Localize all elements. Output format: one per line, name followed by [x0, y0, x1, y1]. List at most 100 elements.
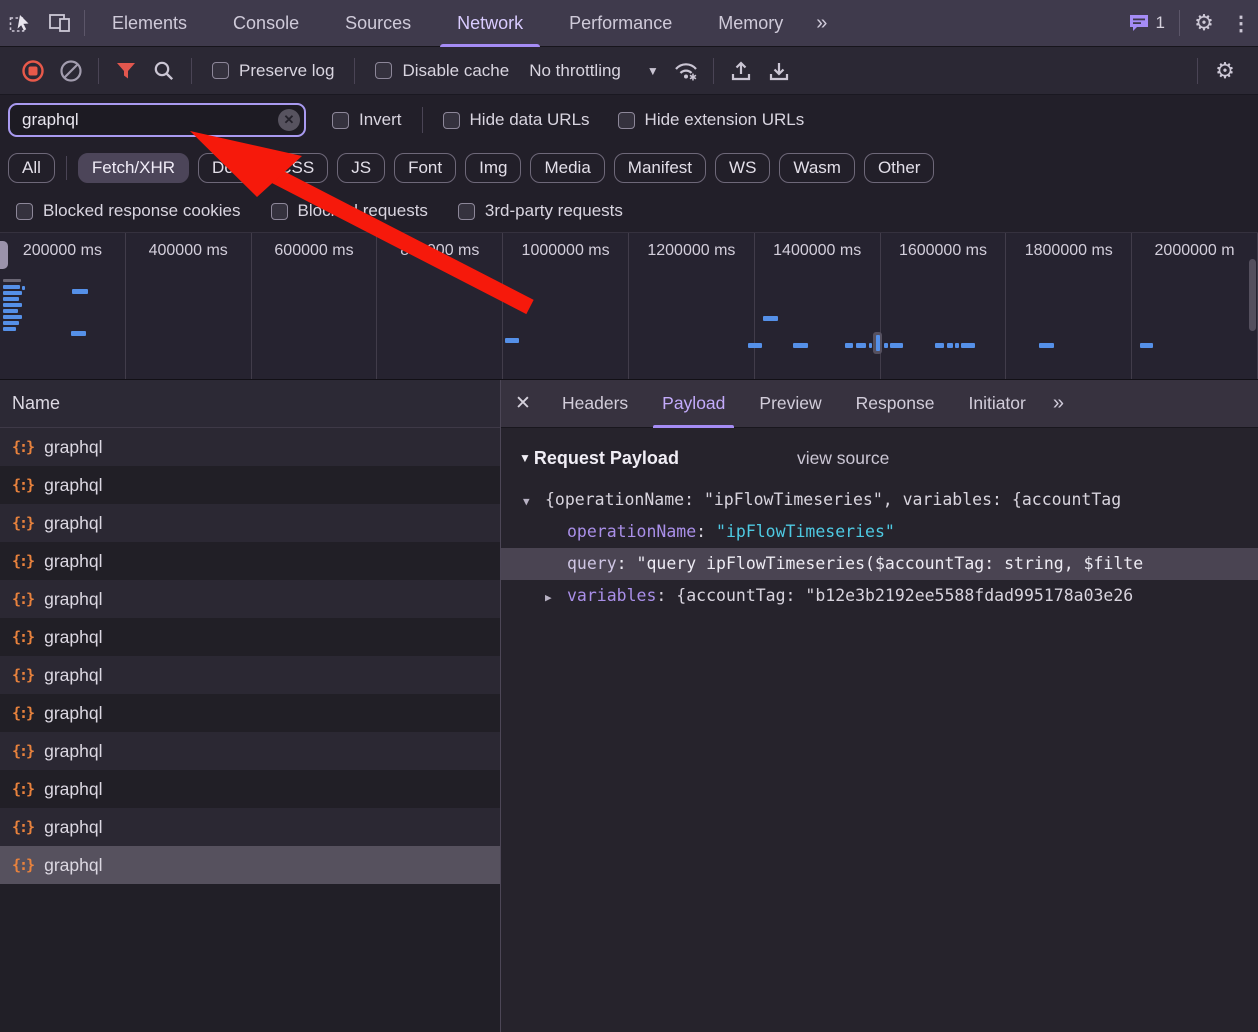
timeline-request-bar: [884, 343, 888, 348]
toolbar-divider: [1197, 58, 1198, 84]
network-request-row[interactable]: {:}graphql: [0, 428, 500, 466]
toolbar-divider: [713, 58, 714, 84]
type-chip-other[interactable]: Other: [864, 153, 935, 183]
timeline-request-bar: [845, 343, 853, 348]
view-source-link[interactable]: view source: [797, 448, 889, 469]
type-chip-font[interactable]: Font: [394, 153, 456, 183]
type-chip-img[interactable]: Img: [465, 153, 521, 183]
type-chip-js[interactable]: JS: [337, 153, 385, 183]
network-request-row[interactable]: {:}graphql: [0, 580, 500, 618]
tab-initiator[interactable]: Initiator: [951, 380, 1042, 428]
tab-memory[interactable]: Memory: [695, 0, 806, 47]
json-request-icon: {:}: [12, 590, 33, 608]
type-chip-fetch-xhr[interactable]: Fetch/XHR: [78, 153, 189, 183]
import-har-button[interactable]: [722, 53, 760, 89]
tab-network[interactable]: Network: [434, 0, 546, 47]
timeline-left-handle[interactable]: [0, 241, 8, 269]
network-conditions-button[interactable]: ✱: [667, 53, 705, 89]
payload-row-operationname[interactable]: operationName: "ipFlowTimeseries": [501, 516, 1258, 548]
search-button[interactable]: [145, 53, 183, 89]
close-details-button[interactable]: ✕: [501, 380, 545, 428]
type-chip-wasm[interactable]: Wasm: [779, 153, 855, 183]
network-request-row[interactable]: {:}graphql: [0, 732, 500, 770]
toolbar-divider: [84, 10, 85, 36]
network-request-row[interactable]: {:}graphql: [0, 504, 500, 542]
disable-cache-checkbox[interactable]: [375, 62, 392, 79]
third-party-label: 3rd-party requests: [485, 201, 623, 221]
invert-checkbox[interactable]: [332, 112, 349, 129]
gear-icon: ⚙: [1194, 10, 1214, 36]
issues-button[interactable]: 1: [1119, 13, 1175, 33]
more-details-tabs-button[interactable]: »: [1043, 392, 1072, 415]
network-request-row[interactable]: {:}graphql: [0, 542, 500, 580]
request-name: graphql: [44, 741, 102, 762]
toolbar-divider: [354, 58, 355, 84]
gear-icon: ⚙: [1215, 58, 1235, 84]
export-har-button[interactable]: [760, 53, 798, 89]
network-request-row[interactable]: {:}graphql: [0, 694, 500, 732]
network-request-row[interactable]: {:}graphql: [0, 808, 500, 846]
disable-cache-label: Disable cache: [402, 61, 509, 81]
type-chip-ws[interactable]: WS: [715, 153, 770, 183]
tab-preview[interactable]: Preview: [742, 380, 838, 428]
network-settings-button[interactable]: ⚙: [1206, 53, 1244, 89]
download-icon: [768, 60, 790, 82]
tab-console[interactable]: Console: [210, 0, 322, 47]
tab-elements[interactable]: Elements: [89, 0, 210, 47]
toolbar-divider: [1179, 10, 1180, 36]
hide-data-urls-checkbox[interactable]: [443, 112, 460, 129]
customize-devtools-button[interactable]: ⋮: [1224, 6, 1258, 40]
clear-network-log-button[interactable]: [52, 53, 90, 89]
preserve-log-label: Preserve log: [239, 61, 334, 81]
network-overview-timeline[interactable]: 200000 ms 400000 ms 600000 ms 800000 ms …: [0, 232, 1258, 380]
type-chip-manifest[interactable]: Manifest: [614, 153, 706, 183]
type-chip-css[interactable]: CSS: [265, 153, 328, 183]
request-name: graphql: [44, 855, 102, 876]
tab-response[interactable]: Response: [839, 380, 952, 428]
network-request-row[interactable]: {:}graphql: [0, 466, 500, 504]
third-party-checkbox[interactable]: [458, 203, 475, 220]
throttling-select[interactable]: No throttling ▼: [529, 61, 659, 81]
inspect-element-button[interactable]: [0, 6, 40, 40]
upload-icon: [730, 60, 752, 82]
timeline-request-bar: [890, 343, 903, 348]
network-request-row[interactable]: {:}graphql: [0, 770, 500, 808]
payload-preview-line[interactable]: ▼ {operationName: "ipFlowTimeseries", var…: [501, 484, 1258, 516]
toolbar-divider: [422, 107, 423, 133]
network-request-row-selected[interactable]: {:}graphql: [0, 846, 500, 884]
request-payload-header[interactable]: ▼ Request Payload view source: [519, 444, 1258, 472]
expand-triangle-icon[interactable]: ▼: [523, 486, 537, 518]
network-request-row[interactable]: {:}graphql: [0, 618, 500, 656]
invert-label: Invert: [359, 110, 402, 130]
payload-row-query-selected[interactable]: query: "query ipFlowTimeseries($accountT…: [501, 548, 1258, 580]
hide-extension-urls-checkbox[interactable]: [618, 112, 635, 129]
preserve-log-checkbox[interactable]: [212, 62, 229, 79]
type-chip-media[interactable]: Media: [530, 153, 604, 183]
type-chip-all[interactable]: All: [8, 153, 55, 183]
settings-button[interactable]: ⚙: [1184, 6, 1224, 40]
toggle-device-toolbar-button[interactable]: [40, 6, 80, 40]
payload-row-variables[interactable]: ▶variables: {accountTag: "b12e3b2192ee55…: [501, 580, 1258, 612]
expand-triangle-icon[interactable]: ▶: [545, 582, 559, 612]
blocked-cookies-checkbox[interactable]: [16, 203, 33, 220]
payload-preview-text: {operationName: "ipFlowTimeseries", vari…: [545, 490, 1121, 509]
timeline-scroll-handle[interactable]: [1249, 259, 1256, 331]
network-filter-row: ✕ Invert Hide data URLs Hide extension U…: [0, 95, 1258, 145]
details-tab-bar: ✕ Headers Payload Preview Response Initi…: [501, 380, 1258, 428]
more-tabs-button[interactable]: »: [806, 12, 835, 35]
record-network-log-button[interactable]: [14, 53, 52, 89]
name-column-header[interactable]: Name: [0, 380, 500, 428]
type-chip-doc[interactable]: Doc: [198, 153, 256, 183]
request-name: graphql: [44, 475, 102, 496]
requests-list: {:}graphql {:}graphql {:}graphql {:}grap…: [0, 428, 500, 884]
clear-filter-button[interactable]: ✕: [278, 109, 300, 131]
tab-headers[interactable]: Headers: [545, 380, 645, 428]
tab-performance[interactable]: Performance: [546, 0, 695, 47]
filter-button[interactable]: [107, 53, 145, 89]
tab-payload[interactable]: Payload: [645, 380, 742, 428]
tab-sources[interactable]: Sources: [322, 0, 434, 47]
blocked-requests-checkbox[interactable]: [271, 203, 288, 220]
tab-label: Memory: [718, 13, 783, 34]
network-request-row[interactable]: {:}graphql: [0, 656, 500, 694]
filter-input[interactable]: [8, 103, 306, 137]
